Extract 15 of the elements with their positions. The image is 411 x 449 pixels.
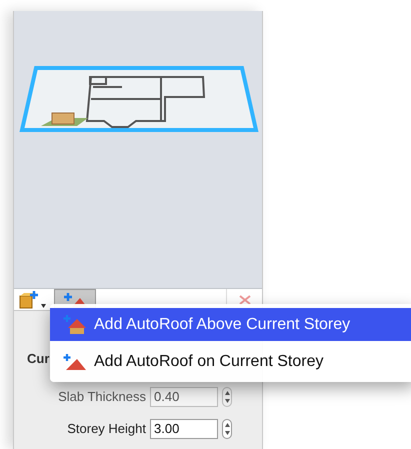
up-down-arrows-icon	[224, 390, 230, 402]
stepper[interactable]	[222, 418, 232, 438]
caret-icon	[41, 304, 46, 308]
field-label: Slab Thickness	[58, 388, 146, 406]
up-down-arrows-icon	[224, 422, 230, 434]
delete-icon	[238, 294, 250, 304]
roof-house-add-icon	[62, 314, 86, 336]
section-heading: Cur	[27, 350, 50, 368]
box-add-icon	[18, 290, 40, 310]
roof-add-icon	[62, 352, 86, 370]
menu-item[interactable]: Add AutoRoof Above Current Storey	[50, 308, 411, 341]
menu-item[interactable]: Add AutoRoof on Current Storey	[50, 345, 411, 378]
field-label: Storey Height	[67, 420, 146, 438]
stepper[interactable]	[222, 386, 232, 406]
number-field[interactable]: 3.00	[150, 418, 218, 438]
